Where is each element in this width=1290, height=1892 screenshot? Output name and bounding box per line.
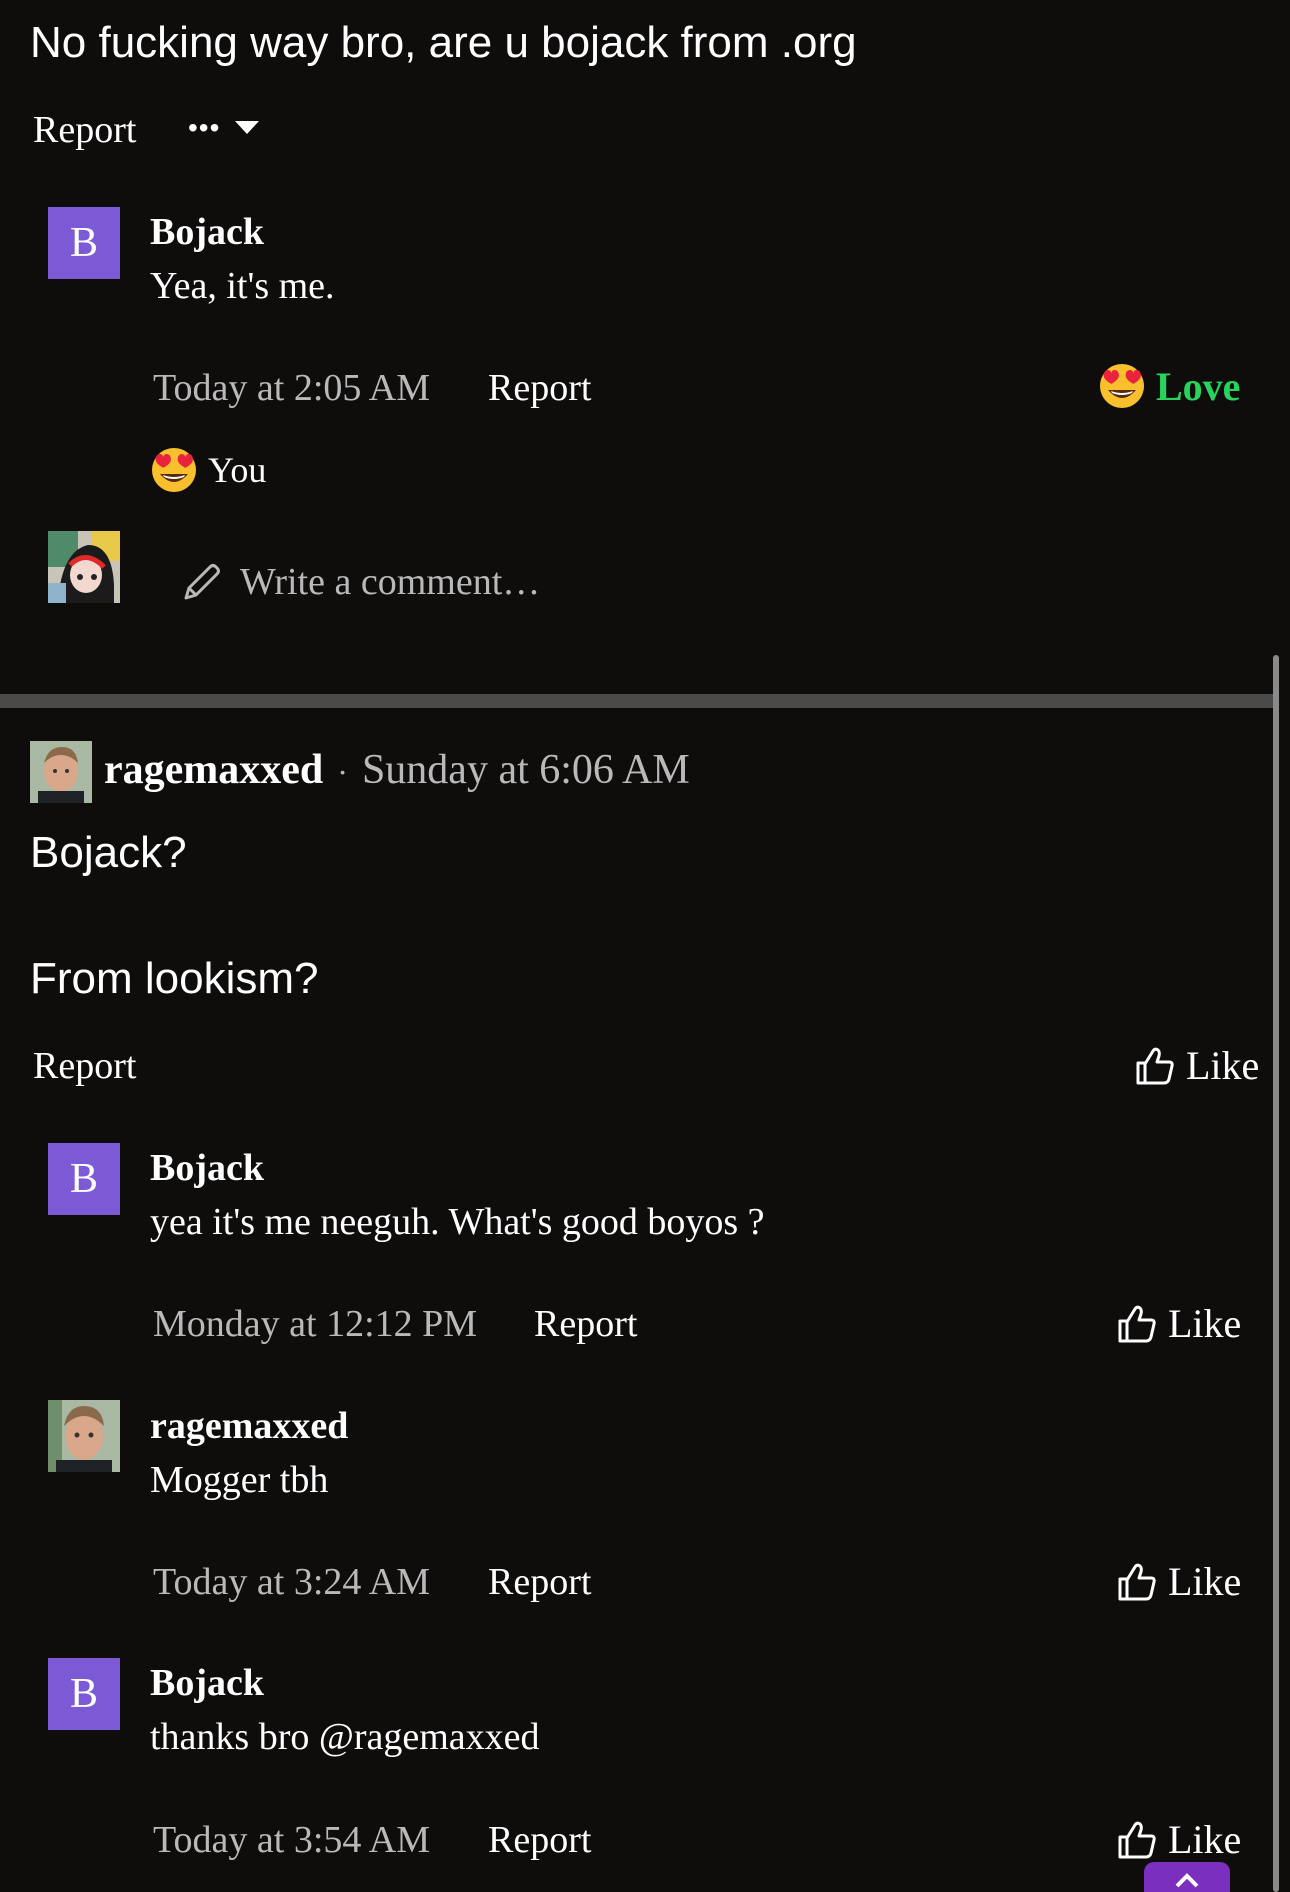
- report-link[interactable]: Report: [33, 1044, 136, 1088]
- like-label: Like: [1168, 1301, 1242, 1346]
- like-button[interactable]: Like: [1134, 1042, 1259, 1089]
- reaction-summary[interactable]: You: [150, 446, 266, 494]
- post-author[interactable]: ragemaxxed: [104, 746, 323, 794]
- write-comment-field[interactable]: Write a comment…: [180, 560, 540, 604]
- comment-message: Mogger tbh: [150, 1459, 329, 1501]
- thumbs-up-icon: [1136, 1047, 1174, 1084]
- more-options-button[interactable]: •••: [188, 112, 260, 144]
- avatar[interactable]: B: [48, 207, 120, 279]
- like-label: Like: [1186, 1043, 1260, 1088]
- comment-message: Yea, it's me.: [150, 265, 335, 307]
- reaction-label: Love: [1156, 363, 1241, 409]
- comment-author[interactable]: Bojack: [150, 1146, 264, 1190]
- post-text-line: From lookism?: [30, 954, 319, 1003]
- report-link[interactable]: Report: [488, 1818, 591, 1862]
- chevron-up-icon: [1175, 1873, 1199, 1888]
- current-user-avatar[interactable]: [48, 531, 120, 603]
- scroll-to-top-button[interactable]: [1144, 1862, 1230, 1892]
- like-button[interactable]: Like: [1116, 1816, 1241, 1863]
- author-avatar[interactable]: [30, 741, 92, 803]
- post-time[interactable]: Sunday at 6:06 AM: [362, 746, 690, 794]
- avatar[interactable]: [48, 1400, 120, 1472]
- comment-author[interactable]: Bojack: [150, 1661, 264, 1705]
- like-button[interactable]: Like: [1116, 1558, 1241, 1605]
- heart-eyes-emoji-icon: [1100, 364, 1144, 408]
- comment-time[interactable]: Today at 2:05 AM: [153, 366, 430, 410]
- comment-message: yea it's me neeguh. What's good boyos ?: [150, 1201, 765, 1243]
- comment-message: thanks bro @ragemaxxed: [150, 1716, 540, 1758]
- like-button[interactable]: Like: [1116, 1300, 1241, 1347]
- post-text: No fucking way bro, are u bojack from .o…: [30, 18, 857, 67]
- post-text-line: Bojack?: [30, 828, 187, 877]
- report-link[interactable]: Report: [534, 1302, 637, 1346]
- caret-down-icon: [235, 121, 260, 134]
- post-divider: [0, 694, 1275, 708]
- thumbs-up-icon: [1118, 1305, 1156, 1342]
- thumbs-up-icon: [1118, 1563, 1156, 1600]
- thumbs-up-icon: [1118, 1821, 1156, 1858]
- comment-time[interactable]: Today at 3:54 AM: [153, 1818, 430, 1862]
- reaction-button[interactable]: Love: [1098, 362, 1240, 410]
- report-link[interactable]: Report: [488, 1560, 591, 1604]
- comment-time[interactable]: Today at 3:24 AM: [153, 1560, 430, 1604]
- like-label: Like: [1168, 1817, 1242, 1862]
- post-header: ragemaxxed · Sunday at 6:06 AM: [104, 746, 690, 794]
- reactor-name: You: [208, 450, 267, 490]
- avatar[interactable]: B: [48, 1658, 120, 1730]
- like-label: Like: [1168, 1559, 1242, 1604]
- ellipsis-icon: •••: [188, 112, 221, 143]
- separator-dot: ·: [337, 754, 348, 790]
- write-comment-placeholder: Write a comment…: [240, 561, 541, 603]
- comment-author[interactable]: ragemaxxed: [150, 1404, 348, 1448]
- report-link[interactable]: Report: [33, 108, 136, 152]
- pencil-icon: [184, 564, 220, 600]
- avatar[interactable]: B: [48, 1143, 120, 1215]
- scrollbar-thumb[interactable]: [1273, 655, 1279, 1892]
- comment-time[interactable]: Monday at 12:12 PM: [153, 1302, 477, 1346]
- comment-author[interactable]: Bojack: [150, 210, 264, 254]
- report-link[interactable]: Report: [488, 366, 591, 410]
- heart-eyes-emoji-icon: [152, 448, 196, 492]
